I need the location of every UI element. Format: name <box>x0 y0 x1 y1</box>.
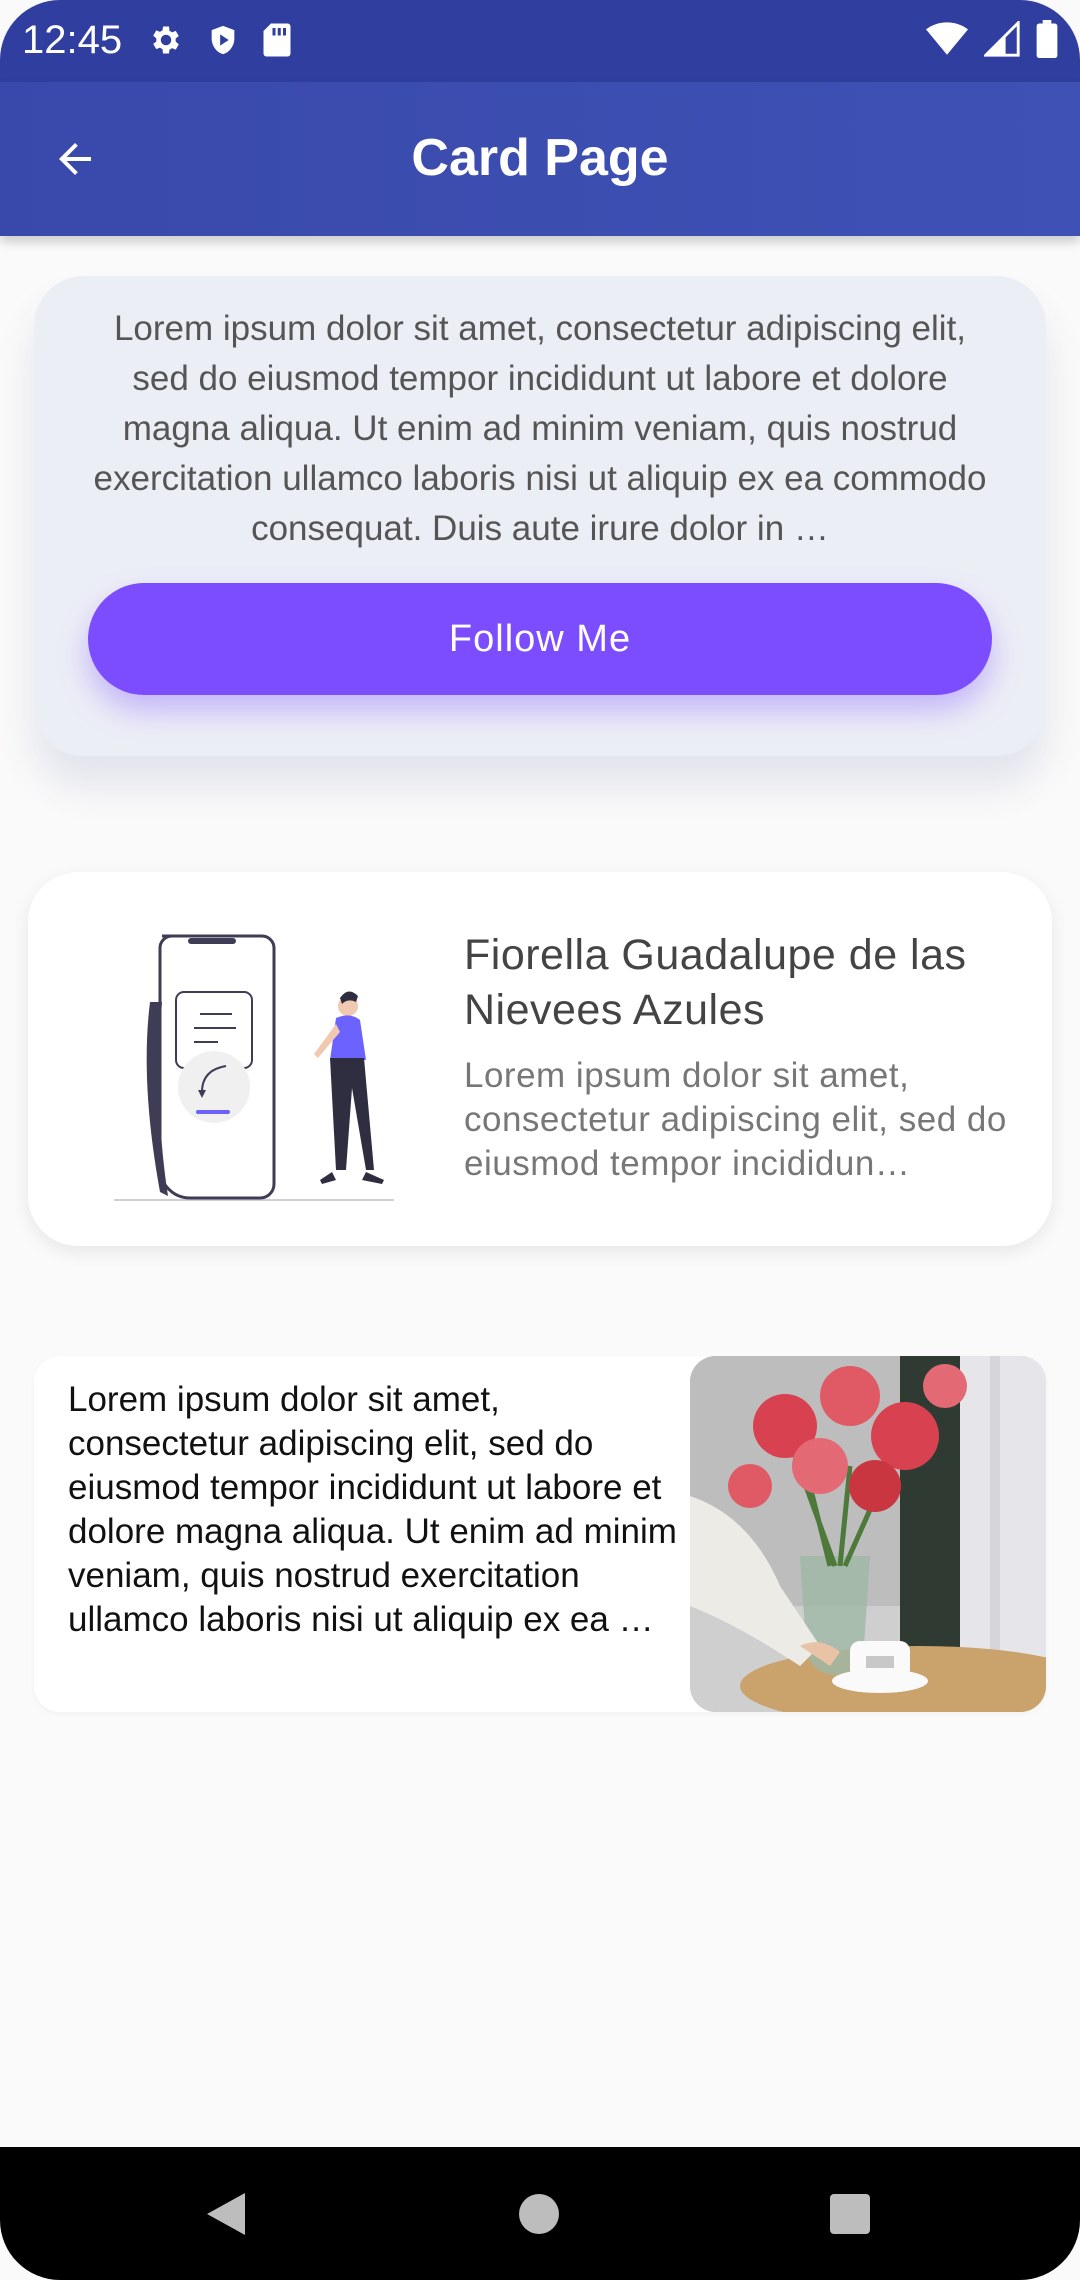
intro-card-text: Lorem ipsum dolor sit amet, consectetur … <box>93 309 987 548</box>
gear-icon <box>153 26 179 54</box>
wifi-icon <box>926 22 968 55</box>
battery-icon <box>1036 20 1058 58</box>
follow-me-button[interactable]: Follow Me <box>88 583 992 695</box>
signal-icon <box>984 21 1020 57</box>
navigation-bar <box>0 2147 1080 2280</box>
profile-card[interactable]: Fiorella Guadalupe de las Nievees Azules… <box>28 872 1052 1246</box>
person-with-phone-illustration <box>114 934 394 1201</box>
nav-home-icon[interactable] <box>519 2194 559 2234</box>
photo-card[interactable]: Lorem ipsum dolor sit amet, consectetur … <box>34 1356 1046 1712</box>
photo-image <box>690 1356 1046 1712</box>
page-title: Card Page <box>411 129 669 187</box>
nav-recents-icon[interactable] <box>830 2194 870 2234</box>
sd-card-icon <box>263 23 291 57</box>
status-time: 12:45 <box>22 18 123 62</box>
photo-card-text: Lorem ipsum dolor sit amet, consectetur … <box>68 1380 677 1639</box>
status-icons-left <box>148 22 292 58</box>
intro-card: Lorem ipsum dolor sit amet, consectetur … <box>34 276 1046 756</box>
status-bar: 12:45 <box>0 0 1080 82</box>
flowers-and-coffee-photo <box>690 1356 1046 1712</box>
profile-card-text: Lorem ipsum dolor sit amet, consectetur … <box>464 1056 1007 1183</box>
status-icons-right <box>926 20 1058 58</box>
profile-card-title: Fiorella Guadalupe de las Nievees Azules <box>464 931 967 1034</box>
nav-back-icon[interactable] <box>205 2191 247 2237</box>
shield-icon <box>211 25 235 55</box>
app-bar: Card Page <box>0 82 1080 236</box>
